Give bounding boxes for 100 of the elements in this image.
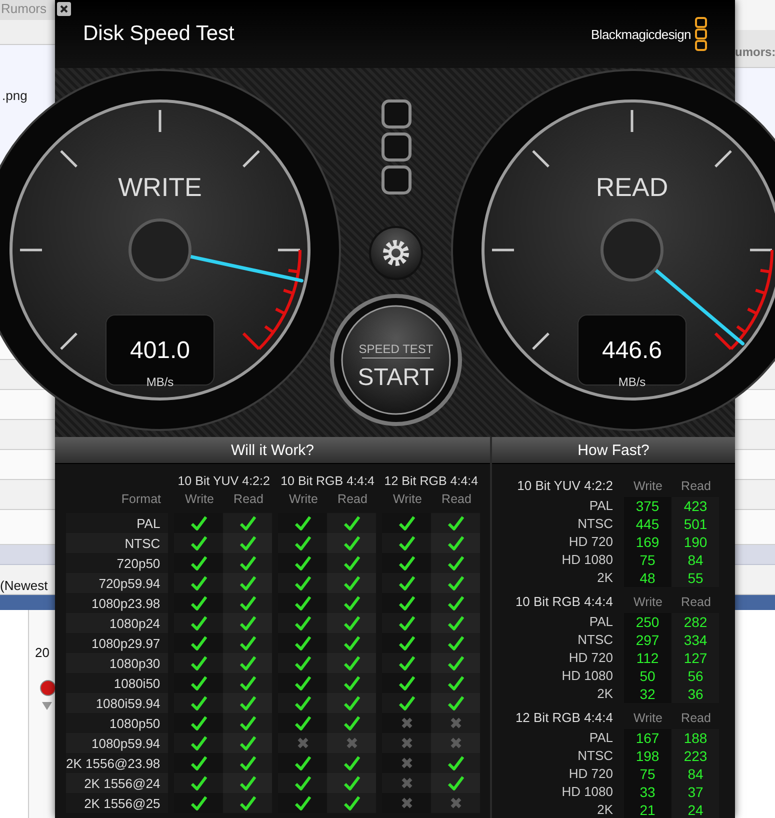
column-header: Write [184,492,215,508]
format-label: 1080i50 [112,674,162,692]
speed-value: 55 [686,569,704,587]
list-row [0,420,55,450]
unit-label: MB/s [618,375,646,389]
format-label: 720p59.94 [66,573,168,593]
speed-value: 223 [682,747,708,765]
format-label: 2K 1556@24 [66,773,168,793]
speed-value: 169 [634,533,660,551]
file-name[interactable]: .png [2,88,28,103]
format-label: 1080p29.97 [90,634,162,653]
header-band [735,595,775,610]
panel-title: Will it Work? [230,442,314,458]
stacked-squares-logo-icon [695,17,707,51]
column-header: Format [120,492,162,508]
format-label: 2K [596,801,613,818]
speed-value: 282 [682,613,708,631]
header-band [0,595,55,610]
format-label: NTSC [576,747,613,765]
format-label: NTSC [576,515,613,533]
speed-value: 48 [638,569,656,587]
speed-value: 84 [686,765,704,783]
speed-reading: 401.0 [130,337,190,364]
brand-name: Blackmagicdesign [591,26,691,42]
format-label: 1080p24 [66,613,168,633]
speed-value: 198 [634,747,660,765]
column-header: Read [680,479,712,493]
format-label: 1080p23.98 [90,594,162,613]
format-label: 1080p50 [108,714,162,733]
speed-value: 127 [682,649,708,667]
format-label: NTSC [66,533,168,553]
speed-value: 112 [635,649,660,667]
format-label: PAL [136,514,162,532]
list-row [735,420,775,450]
speed-value: 250 [634,613,660,631]
group-title: 12 Bit RGB 4:4:4 [514,709,613,727]
group-title: 10 Bit YUV 4:2:2 [516,477,613,495]
dropdown-triangle-icon[interactable] [42,702,52,710]
speed-value: 75 [638,765,656,783]
column-group-header: 12 Bit RGB 4:4:4 [383,474,480,490]
format-label: NTSC [576,631,613,649]
speed-value: 50 [638,667,656,685]
format-label: HD 720 [568,533,613,551]
format-label: HD 1080 [560,667,613,685]
speed-value: 75 [638,551,656,569]
format-label: PAL [588,729,613,747]
format-label: 2K [596,685,613,703]
speed-value: 188 [682,729,708,747]
browser-tab-bar [735,0,775,30]
list-row [0,510,55,545]
format-label: HD 720 [568,765,613,783]
gauge-label: READ [596,172,668,202]
list-row [0,480,55,510]
speed-reading: 446.6 [602,337,662,364]
list-row [735,510,775,545]
year-text: 20 [35,645,50,660]
speed-value: 445 [634,515,660,533]
format-label: HD 1080 [560,783,613,801]
speed-value: 32 [638,685,656,703]
speed-value: 190 [682,533,708,551]
gauge-label: WRITE [118,172,202,202]
speed-value: 56 [686,667,704,685]
close-icon[interactable] [57,2,71,16]
format-label: HD 720 [568,649,613,667]
format-label: 1080p30 [66,653,168,673]
gauge-hub [600,218,664,282]
speed-value: 21 [638,801,656,818]
format-label: 1080i59.94 [66,693,168,713]
speed-value: 37 [686,783,704,801]
speed-value: 36 [686,685,704,703]
list-row [0,450,55,480]
column-header: Write [288,492,319,508]
gauge-hub [128,218,192,282]
browser-toolbar [0,20,55,45]
format-label: HD 1080 [560,551,613,569]
format-label: 2K 1556@25 [83,794,162,812]
column-group-header: 10 Bit RGB 4:4:4 [280,474,376,490]
record-button[interactable] [40,680,55,696]
format-label: PAL [588,497,613,515]
column-group-header: 10 Bit YUV 4:2:2 [176,474,271,490]
settings-button[interactable] [369,226,423,280]
speed-value: 501 [682,515,708,533]
speed-value: 423 [682,497,708,515]
column-header: Write [632,711,664,725]
speed-value: 24 [686,801,704,818]
format-label: 2K 1556@23.98 [66,754,162,772]
section-band [735,545,775,565]
panel-title: How Fast? [578,442,650,458]
column-label: umors: [735,45,775,59]
stacked-squares-icon [382,100,412,194]
sort-label[interactable]: (Newest [0,578,48,593]
list-row [735,450,775,480]
speed-value: 167 [634,729,660,747]
list-row [735,480,775,510]
window-title: Disk Speed Test [83,22,234,46]
start-button[interactable]: SPEED TEST START [330,294,462,426]
column-header: Read [440,492,472,508]
speed-value: 297 [634,631,660,649]
column-header: Write [392,492,423,508]
speed-value: 33 [638,783,656,801]
